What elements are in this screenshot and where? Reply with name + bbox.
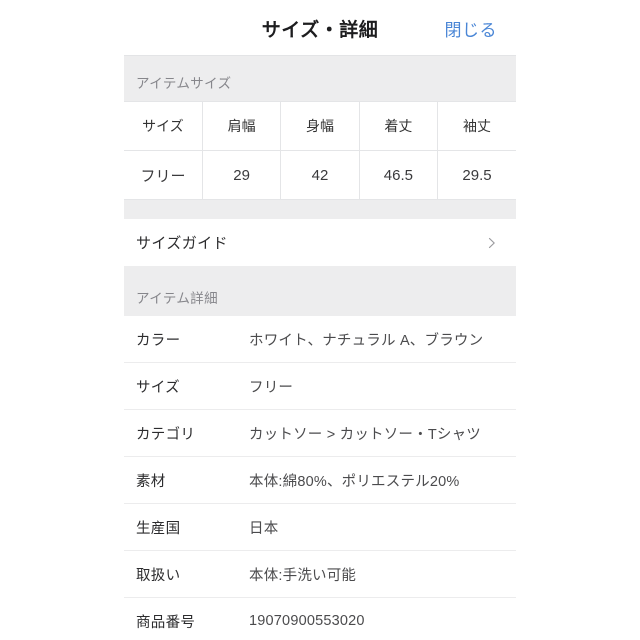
table-cell: 42: [280, 150, 360, 200]
detail-value: 本体:綿80%、ポリエステル20%: [249, 473, 460, 490]
detail-label: サイズ: [136, 379, 180, 396]
table-cell: 29.5: [437, 150, 516, 200]
table-column-header: サイズ: [124, 101, 203, 151]
list-item: 素材 本体:綿80%、ポリエステル20%: [124, 457, 516, 504]
list-item: カテゴリ カットソー > カットソー・Tシャツ: [124, 410, 516, 457]
section-header-item-detail: アイテム詳細: [124, 266, 516, 316]
list-item: 生産国 日本: [124, 504, 516, 551]
detail-value: フリー: [249, 379, 294, 396]
section-spacer: [124, 200, 516, 219]
size-table: サイズ 肩幅 身幅 着丈 袖丈 フリー 29 42 46.5 29.5: [124, 101, 516, 200]
size-table-container: サイズ 肩幅 身幅 着丈 袖丈 フリー 29 42 46.5 29.5: [124, 101, 516, 200]
size-detail-modal: サイズ・詳細 閉じる アイテムサイズ サイズ 肩幅 身幅 着丈 袖丈 フリー 2…: [124, 0, 516, 640]
table-cell: 46.5: [359, 150, 439, 200]
list-item: 商品番号 19070900553020: [124, 598, 516, 640]
table-cell: 29: [202, 150, 282, 200]
detail-label: 取扱い: [136, 567, 181, 584]
table-column-header: 肩幅: [202, 101, 282, 151]
list-item: サイズ フリー: [124, 363, 516, 410]
section-header-item-size-label: アイテムサイズ: [136, 76, 232, 91]
chevron-right-icon: [486, 237, 498, 249]
list-item: カラー ホワイト、ナチュラル A、ブラウン: [124, 316, 516, 363]
close-button[interactable]: 閉じる: [445, 16, 498, 41]
detail-label: 商品番号: [136, 614, 196, 631]
detail-label: カテゴリ: [136, 426, 196, 443]
table-cell: フリー: [124, 150, 203, 200]
detail-value: 19070900553020: [249, 613, 365, 629]
table-row: フリー 29 42 46.5 29.5: [124, 150, 516, 200]
detail-label: 素材: [136, 473, 166, 490]
detail-label: 生産国: [136, 520, 181, 537]
list-item: 取扱い 本体:手洗い可能: [124, 551, 516, 598]
size-guide-label: サイズガイド: [136, 235, 228, 252]
size-guide-row[interactable]: サイズガイド: [124, 219, 516, 266]
detail-value: 本体:手洗い可能: [249, 567, 357, 584]
item-detail-list: カラー ホワイト、ナチュラル A、ブラウン サイズ フリー カテゴリ カットソー…: [124, 316, 516, 640]
table-column-header: 袖丈: [437, 101, 516, 151]
screen-root: サイズ・詳細 閉じる アイテムサイズ サイズ 肩幅 身幅 着丈 袖丈 フリー 2…: [0, 0, 640, 640]
detail-value: 日本: [249, 520, 279, 537]
modal-header: サイズ・詳細 閉じる: [124, 0, 516, 56]
section-header-item-size: アイテムサイズ: [124, 56, 516, 101]
table-column-header: 着丈: [359, 101, 439, 151]
table-column-header: 身幅: [280, 101, 360, 151]
section-header-item-detail-label: アイテム詳細: [136, 291, 219, 306]
detail-label: カラー: [136, 332, 181, 349]
detail-value: カットソー > カットソー・Tシャツ: [249, 426, 481, 443]
table-header-row: サイズ 肩幅 身幅 着丈 袖丈: [124, 101, 516, 151]
detail-value: ホワイト、ナチュラル A、ブラウン: [249, 332, 484, 349]
